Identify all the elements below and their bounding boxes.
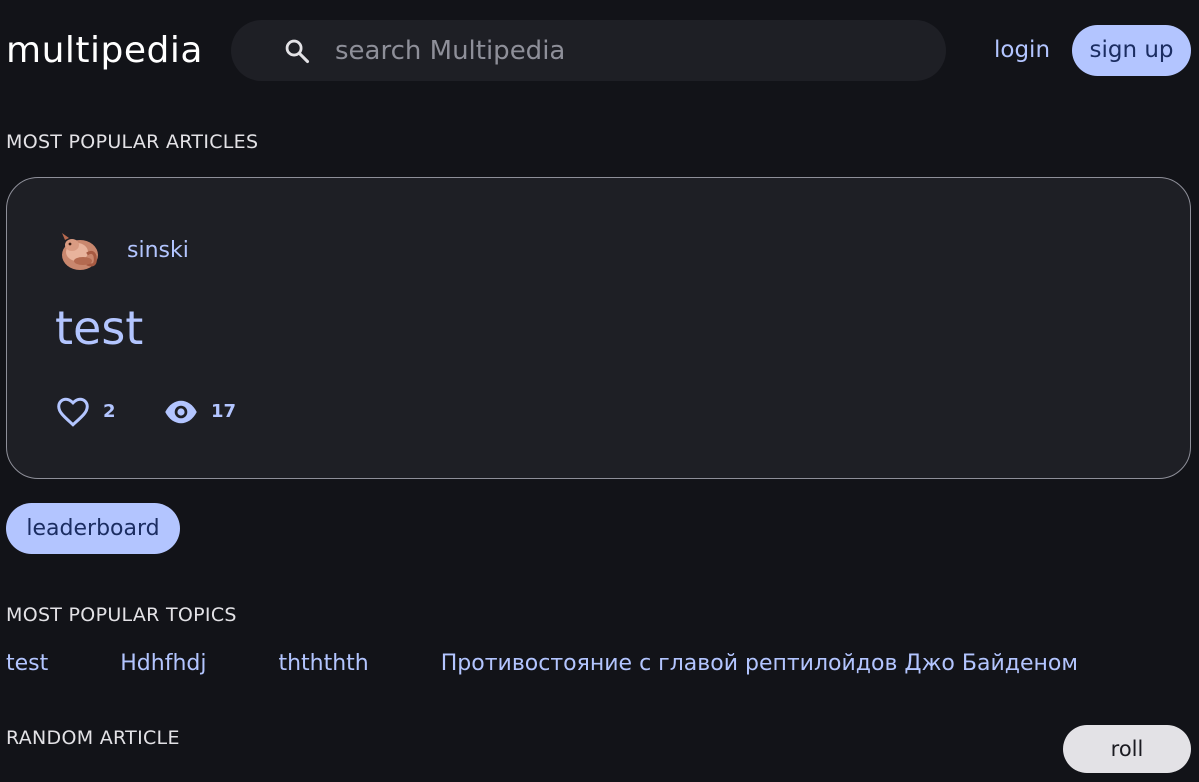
topic-link[interactable]: Hdhfhdj [120, 648, 206, 680]
top-bar: multipedia login sign up [0, 0, 1199, 100]
site-logo[interactable]: multipedia [6, 28, 203, 74]
article-title[interactable]: test [55, 300, 143, 356]
topic-link[interactable]: thththth [278, 648, 368, 680]
topic-link[interactable]: test [6, 648, 48, 680]
heart-icon[interactable] [55, 394, 91, 430]
topics-list: test Hdhfhdj thththth Противостояние с г… [6, 648, 1150, 680]
roll-button[interactable]: roll [1063, 725, 1191, 773]
login-link[interactable]: login [994, 33, 1050, 67]
eye-icon [165, 400, 197, 424]
article-card[interactable]: sinski test 2 17 [6, 177, 1191, 479]
author-avatar[interactable] [57, 228, 103, 274]
views-count: 17 [211, 401, 237, 422]
likes-count: 2 [103, 401, 116, 422]
popular-articles-heading: MOST POPULAR ARTICLES [6, 131, 259, 153]
random-article-heading: RANDOM ARTICLE [6, 727, 180, 749]
popular-topics-heading: MOST POPULAR TOPICS [6, 604, 237, 626]
search-input[interactable] [335, 31, 915, 71]
topic-link[interactable]: Противостояние с главой рептилойдов Джо … [441, 648, 1078, 680]
search-bar[interactable] [231, 20, 946, 81]
search-icon [285, 39, 310, 64]
article-author[interactable]: sinski [127, 236, 189, 266]
sign-up-button[interactable]: sign up [1072, 25, 1191, 76]
leaderboard-button[interactable]: leaderboard [6, 503, 180, 554]
